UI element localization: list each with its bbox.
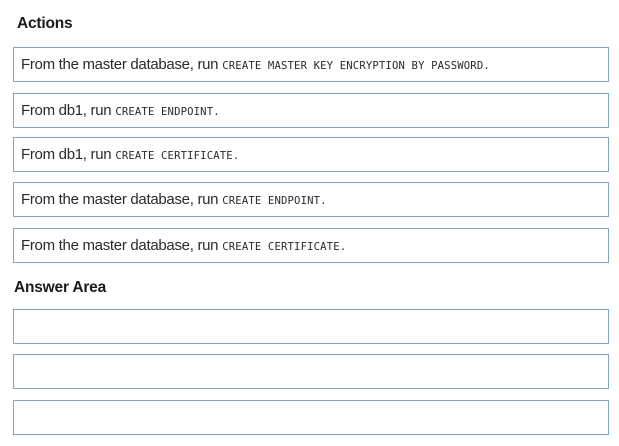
action-item-2[interactable]: From db1, run CREATE ENDPOINT.	[13, 93, 609, 128]
action-command: CREATE CERTIFICATE.	[115, 149, 240, 162]
action-text: From db1, run	[21, 146, 112, 163]
action-text: From the master database, run	[21, 237, 219, 254]
action-command: CREATE CERTIFICATE.	[222, 240, 347, 253]
action-item-5[interactable]: From the master database, run CREATE CER…	[13, 228, 609, 263]
action-item-3[interactable]: From db1, run CREATE CERTIFICATE.	[13, 137, 609, 172]
action-command: CREATE MASTER KEY ENCRYPTION BY PASSWORD…	[222, 59, 490, 72]
action-text: From the master database, run	[21, 191, 219, 208]
action-item-1[interactable]: From the master database, run CREATE MAS…	[13, 47, 609, 82]
actions-title: Actions	[17, 15, 73, 32]
action-command: CREATE ENDPOINT.	[115, 105, 220, 118]
action-text: From db1, run	[21, 102, 112, 119]
answer-area-title: Answer Area	[14, 279, 106, 296]
answer-slot-1[interactable]	[13, 309, 609, 344]
action-text: From the master database, run	[21, 56, 219, 73]
answer-slot-2[interactable]	[13, 354, 609, 389]
answer-slot-3[interactable]	[13, 400, 609, 435]
action-command: CREATE ENDPOINT.	[222, 194, 327, 207]
action-item-4[interactable]: From the master database, run CREATE END…	[13, 182, 609, 217]
